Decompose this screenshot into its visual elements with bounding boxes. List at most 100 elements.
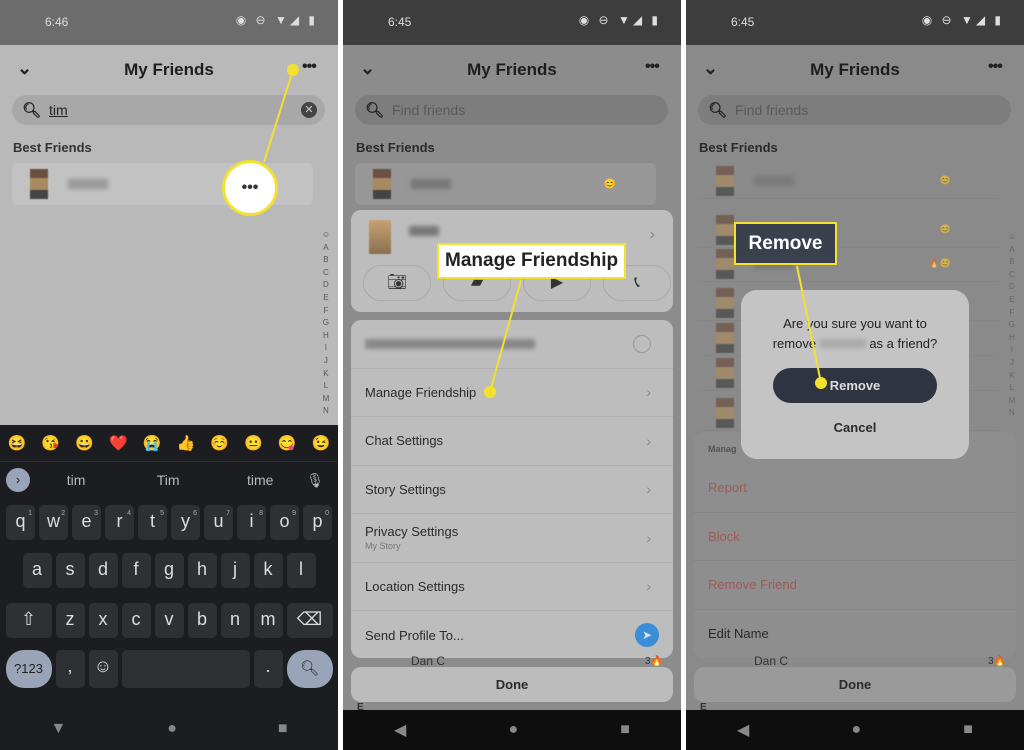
alphabet-letter[interactable]: M (1008, 396, 1016, 405)
expand-icon[interactable]: › (6, 468, 30, 492)
alphabet-letter[interactable]: J (1008, 358, 1016, 367)
clear-icon[interactable]: ✕ (301, 102, 317, 118)
key-o[interactable]: o9 (270, 505, 299, 540)
key-g[interactable]: g (154, 553, 184, 588)
emoji-suggestion[interactable]: 😐 (244, 434, 263, 452)
more-options-icon[interactable]: ••• (645, 58, 660, 76)
search-input[interactable]: 🔍︎ tim ✕ (12, 95, 325, 125)
alphabet-letter[interactable]: N (322, 406, 330, 415)
key-s[interactable]: s (55, 553, 85, 588)
emoji-suggestion[interactable]: 😭 (143, 434, 162, 452)
back-icon[interactable]: ▼ (50, 720, 66, 738)
key-a[interactable]: a (22, 553, 52, 588)
key-i[interactable]: i8 (237, 505, 266, 540)
emoji-suggestion[interactable]: 😘 (41, 434, 60, 452)
alphabet-letter[interactable]: G (1008, 320, 1016, 329)
backspace-key[interactable]: ⌫ (286, 603, 333, 638)
alphabet-index[interactable]: ☺ A B C D E F G H I J K L M N (1008, 232, 1016, 417)
emoji-key[interactable]: ☺ (88, 650, 118, 688)
back-icon[interactable]: ◀ (394, 720, 406, 740)
recents-icon[interactable]: ■ (278, 720, 288, 738)
sheet-item[interactable]: Remove Friend (694, 561, 1016, 610)
recents-icon[interactable]: ■ (963, 721, 973, 739)
menu-item[interactable]: Chat Settings › (351, 417, 673, 466)
emoji-suggestion[interactable]: ❤️ (109, 434, 128, 452)
key-r[interactable]: r4 (105, 505, 134, 540)
key-f[interactable]: f (121, 553, 151, 588)
emoji-suggestion[interactable]: 😋 (278, 434, 297, 452)
alphabet-letter[interactable]: I (322, 343, 330, 352)
alphabet-letter[interactable]: F (322, 306, 330, 315)
alphabet-letter[interactable]: A (322, 243, 330, 252)
send-icon[interactable]: ➤ (635, 623, 659, 648)
suggestion[interactable]: tim (30, 472, 122, 488)
alphabet-letter[interactable]: I (1008, 345, 1016, 354)
sheet-item[interactable]: Report (694, 464, 1016, 513)
alphabet-letter[interactable]: D (322, 280, 330, 289)
more-options-icon[interactable]: ••• (988, 58, 1003, 76)
alphabet-letter[interactable]: A (1008, 245, 1016, 254)
home-icon[interactable]: ● (851, 721, 861, 739)
suggestion[interactable]: time (214, 472, 306, 488)
key-c[interactable]: c (121, 603, 151, 638)
emoji-suggestion[interactable]: 😀 (75, 434, 94, 452)
alphabet-letter[interactable]: D (1008, 282, 1016, 291)
microphone-icon[interactable]: 🎙︎ (306, 472, 324, 489)
back-icon[interactable]: ◀ (737, 720, 749, 740)
home-icon[interactable]: ● (508, 721, 518, 739)
avatar[interactable] (369, 220, 391, 254)
key-j[interactable]: j (220, 553, 250, 588)
sheet-item[interactable]: Block (694, 513, 1016, 561)
menu-item[interactable]: Location Settings › (351, 563, 673, 611)
emoji-suggestion[interactable]: 😉 (312, 434, 331, 452)
search-key[interactable]: 🔍︎ (286, 650, 333, 688)
menu-item[interactable]: Privacy Settings My Story › (351, 514, 673, 563)
friend-row[interactable]: 😊 (698, 163, 999, 199)
alphabet-letter[interactable]: G (322, 318, 330, 327)
alphabet-letter[interactable]: E (1008, 295, 1016, 304)
alphabet-letter[interactable]: F (1008, 308, 1016, 317)
chevron-right-icon[interactable]: › (650, 226, 655, 244)
alphabet-letter[interactable]: L (1008, 383, 1016, 392)
key-h[interactable]: h (187, 553, 217, 588)
alphabet-letter[interactable]: ☺ (322, 230, 330, 239)
shift-key[interactable]: ⇧ (5, 603, 52, 638)
menu-item[interactable]: Story Settings › (351, 466, 673, 514)
menu-item[interactable]: Manage Friendship › (351, 369, 673, 417)
key-b[interactable]: b (187, 603, 217, 638)
friend-status-row[interactable] (351, 320, 673, 369)
done-button[interactable]: Done (351, 667, 673, 702)
cancel-button[interactable]: Cancel (741, 420, 969, 435)
suggestion[interactable]: Tim (122, 472, 214, 488)
alphabet-letter[interactable]: H (1008, 333, 1016, 342)
alphabet-letter[interactable]: E (322, 293, 330, 302)
search-input[interactable]: 🔍︎ Find friends (698, 95, 1011, 125)
key-k[interactable]: k (253, 553, 283, 588)
confirm-remove-button[interactable]: Remove (773, 368, 937, 403)
key-n[interactable]: n (220, 603, 250, 638)
space-key[interactable] (121, 650, 250, 688)
symbols-key[interactable]: ?123 (5, 650, 52, 688)
alphabet-letter[interactable]: ☺ (1008, 232, 1016, 241)
emoji-suggestion[interactable]: 👍 (177, 434, 196, 452)
alphabet-letter[interactable]: C (322, 268, 330, 277)
home-icon[interactable]: ● (167, 720, 177, 738)
emoji-suggestion[interactable]: ☺️ (210, 434, 229, 452)
alphabet-letter[interactable]: K (1008, 371, 1016, 380)
key-d[interactable]: d (88, 553, 118, 588)
key-x[interactable]: x (88, 603, 118, 638)
key-v[interactable]: v (154, 603, 184, 638)
menu-item[interactable]: Send Profile To... ➤ (351, 611, 673, 658)
radio-icon[interactable] (633, 334, 651, 353)
sheet-item[interactable]: Edit Name (694, 610, 1016, 659)
alphabet-letter[interactable]: M (322, 394, 330, 403)
camera-button[interactable]: 📷︎ (363, 265, 431, 301)
period-key[interactable]: . (253, 650, 283, 688)
emoji-suggestion[interactable]: 😆 (8, 434, 27, 452)
key-l[interactable]: l (286, 553, 316, 588)
friend-options-button[interactable]: ••• (222, 160, 278, 216)
comma-key[interactable]: , (55, 650, 85, 688)
alphabet-index[interactable]: ☺ A B C D E F G H I J K L M N (322, 230, 330, 415)
alphabet-letter[interactable]: K (322, 369, 330, 378)
key-y[interactable]: y6 (171, 505, 200, 540)
